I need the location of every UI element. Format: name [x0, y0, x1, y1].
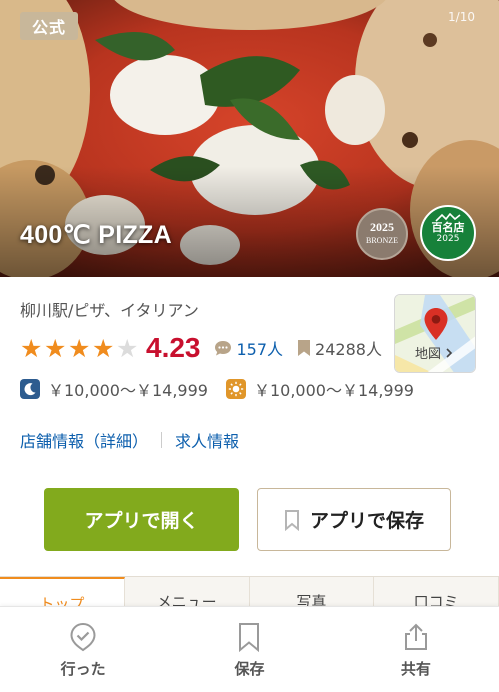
link-divider: [161, 432, 163, 448]
save-count-value: 24288人: [315, 340, 382, 359]
save-button[interactable]: 保存: [166, 607, 332, 692]
went-label: 行った: [60, 660, 106, 678]
share-label: 共有: [400, 660, 431, 678]
save-in-app-label: アプリで保存: [309, 510, 424, 532]
award-bronze-year: 2025: [370, 220, 394, 234]
bookmark-icon: [298, 340, 311, 356]
price-row: ￥10,000～￥14,999 ￥10,000～￥14,999: [20, 378, 414, 400]
rating-score: 4.23: [146, 332, 201, 363]
chat-bubble-icon: [214, 341, 231, 356]
hero-photo[interactable]: 公式 1/10 400℃ PIZZA 2025 BRONZE 百名店 2025: [0, 0, 499, 277]
award-hyakumeiten-year: 2025: [436, 234, 460, 244]
share-button[interactable]: 共有: [333, 607, 499, 692]
review-count-link[interactable]: 157人: [213, 336, 284, 360]
map-label: 地図: [415, 343, 453, 362]
moon-icon: [20, 379, 40, 399]
save-count: 24288人: [297, 336, 382, 360]
award-bronze-label: BRONZE: [366, 236, 398, 245]
chevron-right-icon: [446, 348, 453, 358]
job-info-link[interactable]: 求人情報: [175, 428, 239, 452]
save-in-app-button[interactable]: アプリで保存: [257, 488, 451, 551]
award-hyakumeiten-badge[interactable]: 百名店 2025: [420, 205, 476, 261]
award-hyakumeiten-name: 百名店: [431, 221, 465, 234]
area-genre: 柳川駅/ピザ、イタリアン: [20, 301, 199, 320]
check-badge-icon: [70, 622, 96, 652]
rating-stars: ★ ★ ★ ★ ★: [20, 336, 140, 361]
map-thumbnail[interactable]: 地図: [394, 294, 476, 373]
bookmark-outline-icon: [284, 509, 299, 531]
review-count: 157人: [236, 340, 284, 359]
star-icon: ★: [44, 333, 67, 363]
map-pin-icon: [424, 308, 448, 340]
went-button[interactable]: 行った: [0, 607, 166, 692]
photo-counter: 1/10: [448, 10, 475, 24]
star-icon: ★: [20, 333, 43, 363]
share-icon: [404, 623, 427, 650]
lunch-price: ￥10,000～￥14,999: [253, 381, 414, 400]
map-label-text: 地図: [415, 347, 442, 362]
rating-row: ★ ★ ★ ★ ★ 4.23 157人 24288人: [20, 332, 382, 364]
star-icon: ★: [92, 333, 115, 363]
official-badge: 公式: [20, 12, 79, 40]
dinner-price: ￥10,000～￥14,999: [48, 381, 208, 400]
shop-name: 400℃ PIZZA: [20, 221, 172, 249]
store-detail-link[interactable]: 店舗情報（詳細）: [20, 428, 148, 452]
award-bronze-badge[interactable]: 2025 BRONZE: [356, 208, 408, 260]
save-label: 保存: [234, 660, 265, 678]
star-icon: ★: [116, 333, 139, 363]
bookmark-icon: [239, 623, 260, 652]
star-icon: ★: [68, 333, 91, 363]
open-in-app-button[interactable]: アプリで開く: [44, 488, 239, 551]
bottom-action-bar: 行った 保存 共有: [0, 606, 499, 692]
sun-icon: [225, 379, 246, 399]
info-links: 店舗情報（詳細） 求人情報: [20, 428, 239, 452]
